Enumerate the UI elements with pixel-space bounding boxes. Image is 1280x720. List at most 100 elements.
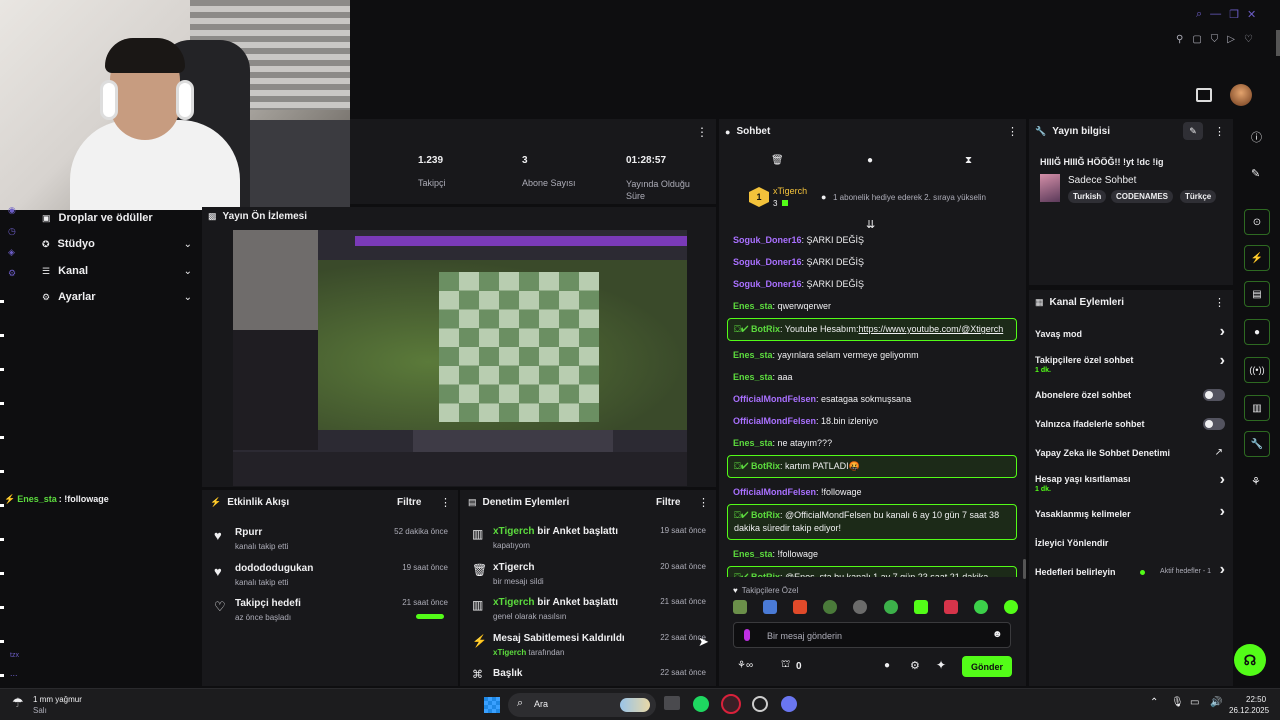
chat-message[interactable]: Enes_sta: !followage — [727, 544, 1017, 565]
chat-username[interactable]: BotRix — [751, 324, 780, 334]
clock-date[interactable]: 26.12.2025 — [1229, 706, 1269, 715]
screen-icon[interactable] — [1196, 88, 1212, 102]
emote-icon[interactable] — [823, 600, 838, 614]
clock-icon[interactable]: ◷ — [8, 226, 24, 237]
activity-menu-icon[interactable]: ⋮ — [440, 496, 451, 509]
frame-icon[interactable]: ▢ — [1192, 34, 1201, 48]
preview-video[interactable] — [233, 230, 687, 486]
chat-message[interactable]: Soguk_Doner16: ŞARKI DEĞİŞ — [727, 274, 1017, 295]
weather-widget[interactable]: ☂ 1 mm yağmur Salı — [12, 693, 132, 717]
emote-icon[interactable] — [913, 600, 928, 614]
emote-icon[interactable] — [973, 600, 988, 614]
tag[interactable]: CODENAMES — [1111, 190, 1174, 203]
avatar[interactable] — [1230, 84, 1252, 106]
moderation-menu-icon[interactable]: ⋮ — [698, 496, 709, 509]
chevron-up-icon[interactable]: ⌃ — [1150, 697, 1158, 708]
chat-username[interactable]: Soguk_Doner16 — [733, 279, 802, 289]
discord-icon[interactable] — [781, 696, 797, 712]
tag[interactable]: Turkish — [1068, 190, 1107, 203]
hourglass-icon[interactable]: ⧗ — [965, 155, 972, 166]
trash-icon[interactable]: 🗑 — [771, 155, 784, 166]
volume-icon[interactable]: 🔊 — [1210, 697, 1222, 708]
emote-icon[interactable] — [763, 600, 778, 614]
channel-action-item[interactable]: Abonelere özel sohbet — [1029, 381, 1233, 409]
chat-link[interactable]: https://www.youtube.com/@Xtigerch — [859, 324, 1004, 334]
mic-icon[interactable] — [744, 629, 750, 641]
points-icon[interactable]: ⛫ — [781, 659, 790, 672]
broadcast-icon[interactable]: ((•)) — [1244, 357, 1270, 383]
chat-message[interactable]: Enes_sta: aaa — [727, 367, 1017, 388]
chat-username[interactable]: OfficialMondFelsen — [733, 416, 816, 426]
monitor-icon[interactable]: ▭ — [1190, 697, 1199, 708]
notes-icon[interactable]: ▤ — [1244, 281, 1270, 307]
sidebar-item-drops[interactable]: ▣ Droplar ve ödüller — [42, 210, 192, 226]
toggle-switch[interactable] — [1203, 389, 1225, 401]
channel-action-item[interactable]: İzleyici Yönlendir — [1029, 529, 1233, 557]
chat-message[interactable]: Soguk_Doner16: ŞARKI DEĞİŞ — [727, 230, 1017, 251]
restore-icon[interactable]: ❐ — [1229, 8, 1239, 22]
chat-username[interactable]: BotRix — [751, 572, 780, 577]
emote-icon[interactable] — [793, 600, 808, 614]
chat-message[interactable]: Enes_sta: qwerwqerwer — [727, 296, 1017, 317]
clock-time[interactable]: 22:50 — [1246, 695, 1266, 704]
chat-message[interactable]: OfficialMondFelsen: !followage — [727, 482, 1017, 503]
layers-icon[interactable]: ◈ — [8, 247, 24, 258]
emote-icon[interactable] — [853, 600, 868, 614]
chevron-right-icon[interactable]: › — [1220, 503, 1225, 521]
emote-icon[interactable] — [1003, 600, 1018, 614]
emoji-icon[interactable]: ☻ — [992, 629, 1003, 640]
wrench-icon[interactable]: 🔧 — [1244, 431, 1270, 457]
play-icon[interactable]: ▷ — [1227, 34, 1235, 48]
mic-icon[interactable]: 🎙 — [1171, 697, 1184, 708]
spotify-icon[interactable] — [693, 696, 709, 712]
chat-icon[interactable]: ● — [867, 155, 873, 166]
channel-action-item[interactable]: Yasaklanmış kelimeler › — [1029, 500, 1233, 528]
search-icon[interactable]: ⌕ — [1196, 8, 1202, 22]
emote-icon[interactable] — [883, 600, 898, 614]
chat-username[interactable]: OfficialMondFelsen — [733, 487, 816, 497]
search-box[interactable]: ⌕ Ara — [508, 693, 656, 717]
chevron-right-icon[interactable]: › — [1220, 352, 1225, 370]
cog-icon[interactable]: ⚙ — [8, 268, 24, 279]
chevron-right-icon[interactable]: › — [1220, 323, 1225, 341]
emote-icon[interactable] — [733, 600, 747, 614]
shield-icon[interactable]: ⛉ — [1211, 34, 1219, 48]
file-explorer-icon[interactable] — [664, 696, 680, 710]
chat-username[interactable]: BotRix — [751, 461, 780, 471]
chat-username[interactable]: Soguk_Doner16 — [733, 257, 802, 267]
bot-message[interactable]: ⛋✔ BotRix: @OfficialMondFelsen bu kanalı… — [727, 504, 1017, 540]
channel-action-item[interactable]: Yalnızca ifadelerle sohbet — [1029, 410, 1233, 438]
tag[interactable]: Türkçe — [1180, 190, 1217, 203]
chat-username[interactable]: Enes_sta — [733, 372, 773, 382]
chat-scrollbar[interactable] — [1023, 559, 1026, 579]
external-link-icon[interactable]: ↗ — [1215, 447, 1223, 458]
bot-message[interactable]: ⛋✔ BotRix: Youtube Hesabım:https://www.y… — [727, 318, 1017, 341]
gear-icon[interactable]: ⚙ — [910, 659, 920, 672]
pencil-icon[interactable]: ✎ — [1251, 167, 1260, 180]
chat-username[interactable]: BotRix — [751, 510, 780, 520]
chat-bubble-icon[interactable]: ● — [884, 660, 890, 671]
chat-username[interactable]: Enes_sta — [733, 350, 773, 360]
chat-message[interactable]: Enes_sta: ne atayım??? — [727, 433, 1017, 454]
community-icon[interactable]: ⚘ — [1251, 475, 1261, 488]
bot-message[interactable]: ⛋✔ BotRix: @Enes_sta bu kanalı 1 ay 7 gü… — [727, 566, 1017, 577]
chat-username[interactable]: OfficialMondFelsen — [733, 394, 816, 404]
bolt-icon[interactable]: ⚡ — [1244, 245, 1270, 271]
channel-action-item[interactable]: Hesap yaşı kısıtlaması 1 dk. › — [1029, 468, 1233, 500]
circle-icon[interactable]: ◉ — [8, 205, 24, 216]
close-icon[interactable]: ✕ — [1247, 8, 1256, 22]
chevron-right-icon[interactable]: › — [1220, 561, 1225, 579]
bot-message[interactable]: ⛋✔ BotRix: kartım PATLADI🤬 — [727, 455, 1017, 478]
channel-action-item[interactable]: Takipçilere özel sohbet 1 dk. › — [1029, 349, 1233, 381]
steam-icon[interactable] — [752, 696, 768, 712]
chat-username[interactable]: Soguk_Doner16 — [733, 235, 802, 245]
activity-filter-button[interactable]: Filtre — [397, 497, 421, 508]
info-icon[interactable]: ⓘ — [1251, 129, 1262, 145]
start-icon[interactable] — [484, 697, 500, 713]
chat-input[interactable]: Bir mesaj gönderin ☻ — [733, 622, 1011, 648]
channel-action-item[interactable]: Hedefleri belirleyin Aktif hedefler - 1 › — [1029, 558, 1233, 586]
chat-username[interactable]: Enes_sta — [733, 438, 773, 448]
stream-info-menu-icon[interactable]: ⋮ — [1214, 125, 1225, 138]
support-button[interactable]: ☊ — [1234, 644, 1266, 676]
channel-action-item[interactable]: Yavaş mod › — [1029, 320, 1233, 348]
